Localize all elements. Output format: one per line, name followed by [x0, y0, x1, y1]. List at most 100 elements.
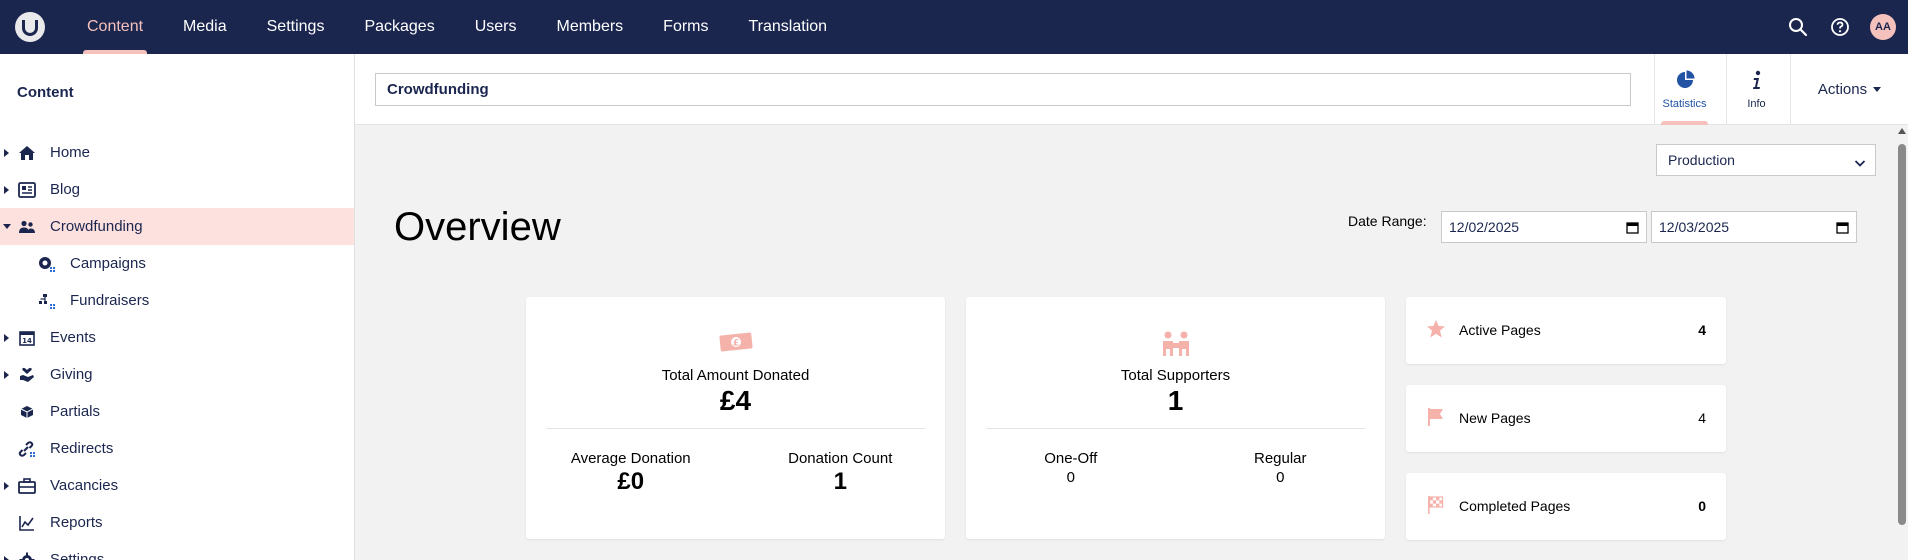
card-label: Total Supporters [1120, 367, 1231, 384]
date-to-value: 12/03/2025 [1659, 219, 1730, 235]
tab-statistics[interactable]: Statistics [1654, 54, 1714, 125]
supporters-icon [966, 331, 1385, 357]
tree-label: Redirects [50, 440, 114, 457]
date-range-label: Date Range: [1348, 213, 1427, 229]
link-icon [18, 440, 36, 458]
chart-icon [18, 514, 36, 532]
page-heading: Overview [394, 205, 561, 249]
tree-label: Vacancies [50, 477, 119, 494]
newspaper-icon [18, 181, 36, 199]
date-from-value: 12/02/2025 [1449, 219, 1520, 235]
tree-item-crowdfunding[interactable]: Crowdfunding [0, 208, 354, 245]
card-value: £4 [719, 385, 752, 416]
tree-label: Reports [50, 514, 103, 531]
divider [986, 428, 1365, 429]
scroll-up-arrow-icon[interactable] [1898, 128, 1906, 134]
tree-label: Crowdfunding [50, 218, 143, 235]
content-tree-sidebar: Content Home Blog Crowdfunding Campaigns… [0, 54, 355, 560]
divider [546, 428, 925, 429]
briefcase-icon [18, 477, 36, 495]
nav-media[interactable]: Media [163, 0, 247, 54]
nav-members[interactable]: Members [536, 0, 643, 54]
calendar-icon[interactable] [1626, 221, 1639, 237]
tree-label: Settings [50, 551, 105, 560]
regular-supporters: Regular 0 [1176, 450, 1386, 486]
campaign-icon [38, 255, 56, 273]
chevron-down-icon [1854, 155, 1866, 171]
tree-item-events[interactable]: 14 Events [0, 319, 354, 356]
nav-packages[interactable]: Packages [344, 0, 454, 54]
tree-item-vacancies[interactable]: Vacancies [0, 467, 354, 504]
info-icon [1751, 70, 1763, 93]
expand-caret-icon[interactable] [4, 148, 9, 157]
donation-count: Donation Count 1 [736, 450, 946, 496]
sub-label: Donation Count [788, 450, 893, 467]
date-to-input[interactable]: 12/03/2025 [1651, 211, 1857, 243]
box-icon [18, 403, 36, 421]
node-name-input[interactable] [375, 73, 1631, 106]
tree-item-redirects[interactable]: Redirects [0, 430, 354, 467]
nav-translation[interactable]: Translation [729, 0, 848, 54]
tree-item-campaigns[interactable]: Campaigns [0, 245, 354, 282]
expand-caret-icon[interactable] [4, 333, 9, 342]
expand-caret-icon[interactable] [4, 481, 9, 490]
tree-label: Blog [50, 181, 81, 198]
tab-label: Statistics [1662, 97, 1707, 110]
people-icon [18, 218, 36, 236]
expand-caret-icon[interactable] [4, 370, 9, 379]
environment-value: Production [1668, 152, 1735, 168]
stat-value: 0 [1698, 498, 1706, 514]
chevron-down-icon [1873, 87, 1882, 92]
card-value: 1 [1167, 385, 1184, 416]
date-from-input[interactable]: 12/02/2025 [1441, 211, 1647, 243]
sub-value: 0 [1276, 469, 1285, 486]
card-label: Total Amount Donated [661, 367, 810, 384]
calendar-icon[interactable] [1836, 221, 1849, 237]
tree-item-home[interactable]: Home [0, 134, 354, 171]
actions-menu-button[interactable]: Actions [1790, 54, 1908, 125]
main-scrollbar[interactable] [1896, 125, 1908, 560]
tree-label: Giving [50, 366, 93, 383]
pie-chart-icon [1675, 70, 1695, 93]
sitemap-icon [38, 292, 56, 310]
tree-label: Home [50, 144, 91, 161]
stat-value: 4 [1698, 322, 1706, 338]
tree-item-reports[interactable]: Reports [0, 504, 354, 541]
tree-item-giving[interactable]: Giving [0, 356, 354, 393]
editor-header: Statistics Info Actions [355, 54, 1908, 125]
tab-info[interactable]: Info [1726, 54, 1786, 125]
calendar-icon: 14 [18, 329, 36, 347]
umbraco-logo[interactable] [15, 12, 45, 42]
tree-item-settings[interactable]: Settings [0, 541, 354, 560]
svg-text:14: 14 [22, 337, 32, 345]
sub-value: £0 [617, 468, 645, 495]
sub-label: Average Donation [570, 450, 691, 467]
nav-users[interactable]: Users [455, 0, 537, 54]
stat-value: 4 [1698, 410, 1706, 426]
scrollbar-thumb[interactable] [1898, 144, 1906, 525]
tree-item-blog[interactable]: Blog [0, 171, 354, 208]
collapse-caret-icon[interactable] [3, 224, 11, 229]
nav-settings[interactable]: Settings [247, 0, 345, 54]
actions-label: Actions [1817, 81, 1868, 98]
expand-caret-icon[interactable] [4, 555, 9, 560]
user-avatar[interactable]: AA [1870, 14, 1896, 40]
sub-label: Regular [1253, 450, 1307, 467]
stat-label: Active Pages [1459, 322, 1541, 338]
help-icon[interactable] [1828, 15, 1852, 39]
average-donation: Average Donation £0 [526, 450, 736, 496]
tree-item-fundraisers[interactable]: Fundraisers [0, 282, 354, 319]
tree-label: Fundraisers [70, 292, 150, 309]
flag-icon [1426, 407, 1446, 430]
tab-label: Info [1747, 97, 1766, 110]
nav-forms[interactable]: Forms [643, 0, 728, 54]
one-off-supporters: One-Off 0 [966, 450, 1176, 486]
search-icon[interactable] [1786, 15, 1810, 39]
tree-label: Campaigns [70, 255, 146, 272]
expand-caret-icon[interactable] [4, 185, 9, 194]
stat-label: Completed Pages [1459, 498, 1571, 514]
nav-content[interactable]: Content [67, 0, 163, 54]
environment-select[interactable]: Production [1656, 144, 1876, 176]
tree-item-partials[interactable]: Partials [0, 393, 354, 430]
sub-label: One-Off [1044, 450, 1098, 467]
